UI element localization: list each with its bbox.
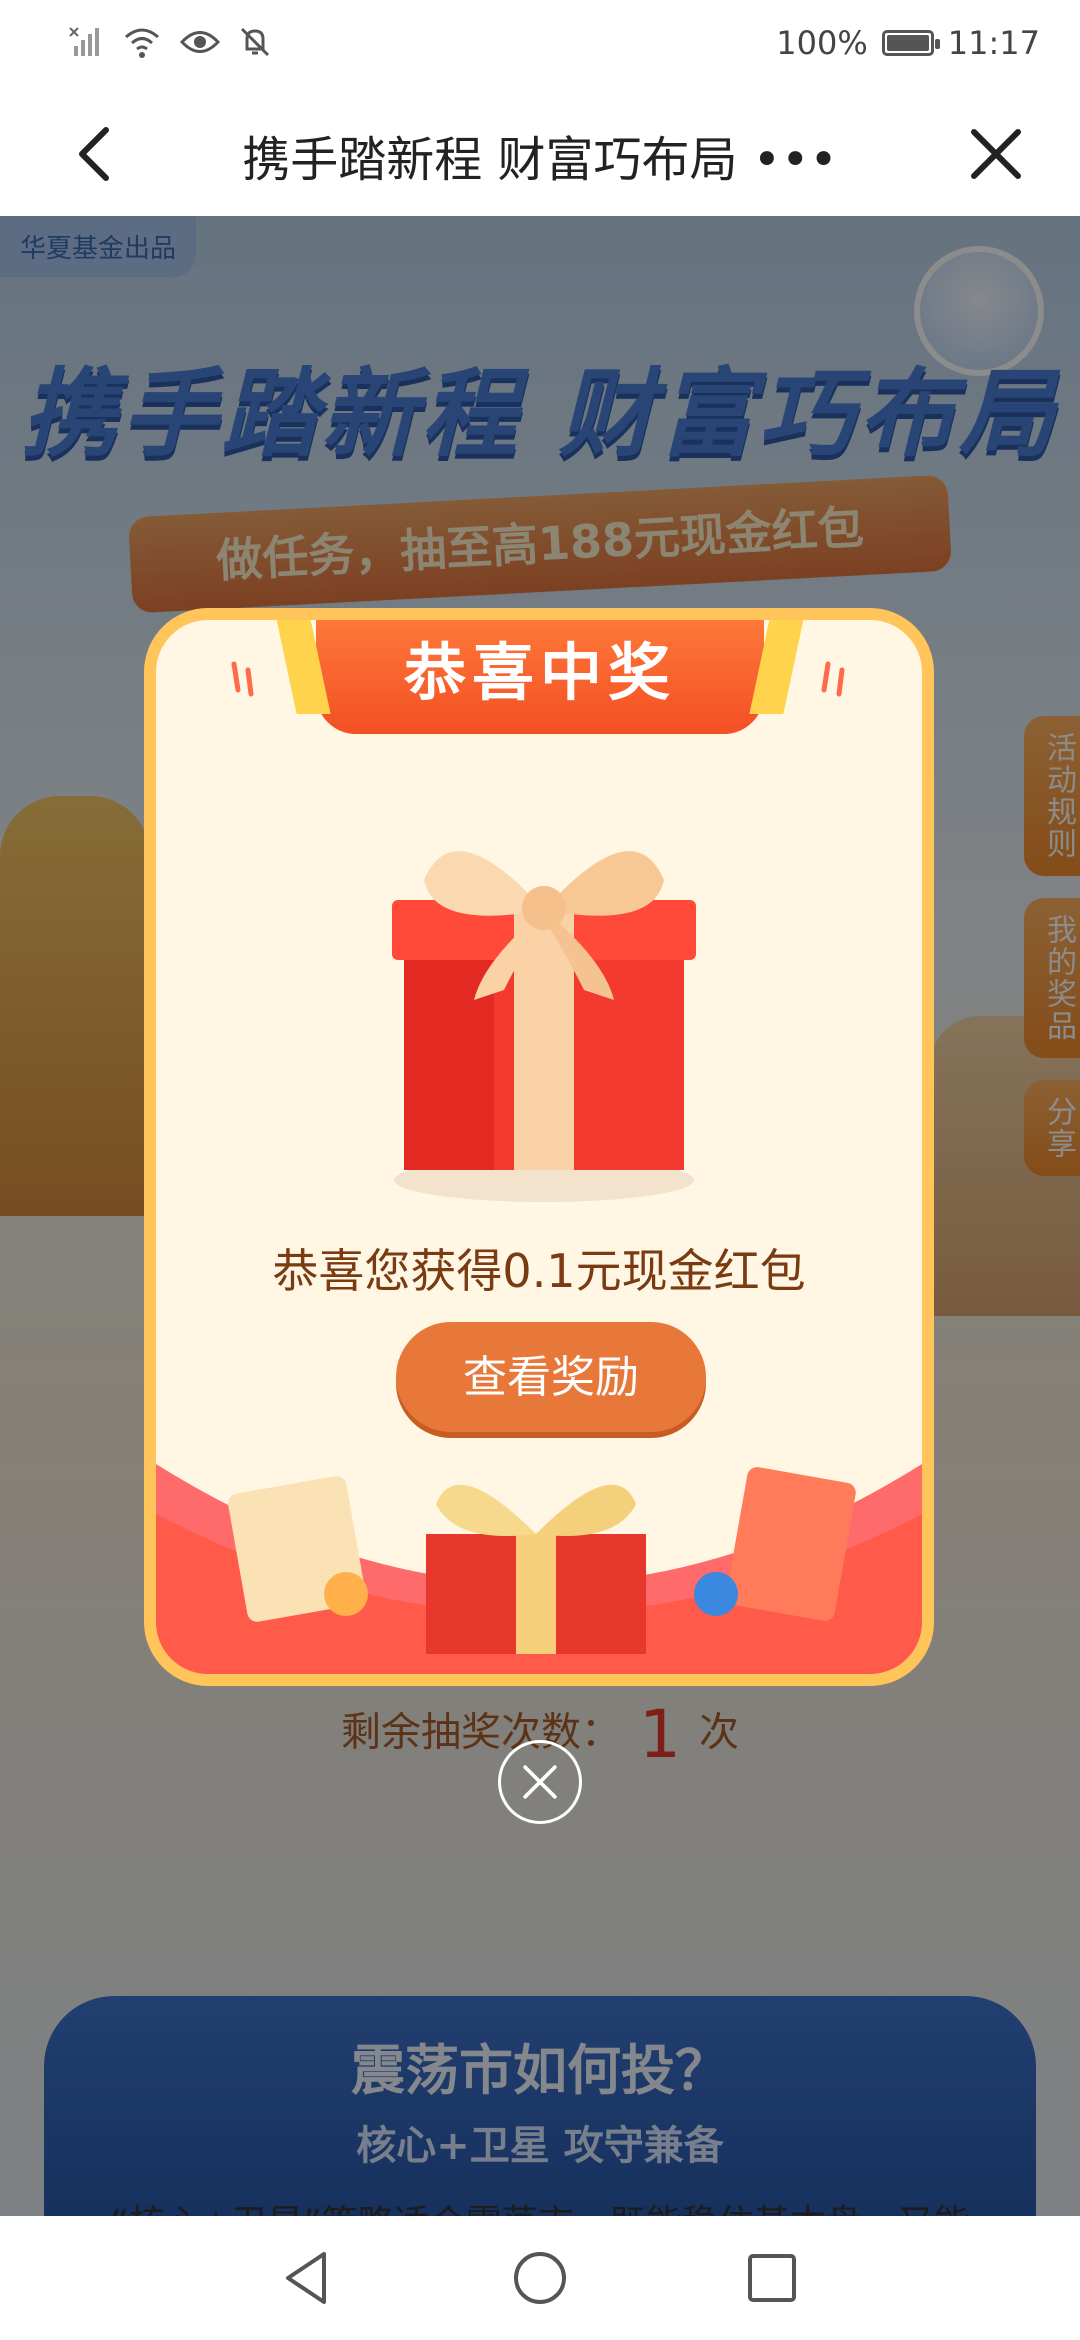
close-icon[interactable]: [964, 122, 1028, 186]
page-title: 携手踏新程 财富巧布局 •••: [242, 132, 838, 188]
system-back-icon[interactable]: [276, 2246, 340, 2310]
prize-modal: 恭喜中奖 恭喜您获得0.1元现金红包 查看奖励: [144, 608, 934, 1686]
status-icons: [68, 24, 272, 60]
view-reward-button[interactable]: 查看奖励: [396, 1322, 706, 1432]
battery-icon: [881, 30, 940, 56]
sparkle-left-icon: [231, 661, 254, 697]
modal-header: 恭喜中奖: [316, 620, 764, 734]
mute-bell-icon: [240, 27, 270, 57]
eye-icon: [180, 31, 220, 53]
prize-message: 恭喜您获得0.1元现金红包: [272, 1244, 806, 1298]
status-right: 100% 11:17: [776, 24, 1040, 62]
clock: 11:17: [947, 24, 1040, 62]
sparkle-right-icon: [821, 661, 845, 697]
back-arrow-icon[interactable]: [66, 122, 126, 186]
system-home-icon[interactable]: [508, 2246, 572, 2310]
system-navigation-bar: [0, 2216, 1080, 2340]
status-bar: 100% 11:17: [0, 0, 1080, 92]
wifi-icon: [125, 28, 159, 58]
gift-box-icon: [392, 851, 696, 1202]
system-recents-icon[interactable]: [740, 2246, 804, 2310]
navigation-bar: 携手踏新程 财富巧布局 •••: [0, 92, 1080, 216]
no-signal-icon: [69, 27, 99, 56]
battery-percent: 100%: [776, 24, 868, 62]
celebration-footer-illustration: [156, 1464, 922, 1674]
modal-close-icon[interactable]: [498, 1740, 582, 1824]
